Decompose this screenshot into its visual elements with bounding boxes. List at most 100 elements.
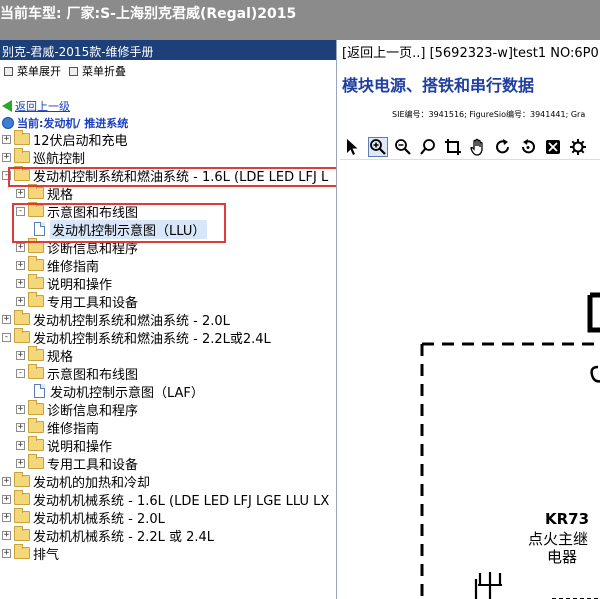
tree-item-label[interactable]: 规格	[47, 346, 73, 365]
folder-icon	[28, 184, 44, 199]
tree-item-label[interactable]: 发动机控制系统和燃油系统 - 2.2L或2.4L	[33, 328, 271, 347]
tree-item-label[interactable]: 巡航控制	[33, 148, 85, 167]
document-icon	[34, 384, 45, 398]
tree-folder-item[interactable]: + 专用工具和设备	[16, 454, 138, 473]
tree-item-label[interactable]: 示意图和布线图	[47, 364, 138, 383]
collapse-toggle[interactable]: -	[16, 368, 25, 378]
tree-folder-item[interactable]: + 规格	[16, 346, 73, 365]
hand-icon[interactable]	[468, 137, 488, 157]
expand-toggle[interactable]: +	[2, 530, 11, 540]
tree-item-label[interactable]: 诊断信息和程序	[47, 238, 138, 257]
tree-item-label[interactable]: 专用工具和设备	[47, 454, 138, 473]
tree-folder-item[interactable]: + 维修指南	[16, 256, 99, 275]
expand-toggle[interactable]: +	[16, 242, 25, 252]
reset-icon[interactable]	[518, 137, 538, 157]
collapse-toggle[interactable]: -	[2, 332, 11, 342]
expand-toggle[interactable]: +	[16, 260, 25, 270]
tree-document-item[interactable]: 发动机控制示意图（LAF）	[34, 382, 204, 401]
collapse-toggle[interactable]: -	[16, 206, 25, 216]
folder-icon	[14, 544, 30, 559]
tree-document-item[interactable]: 发动机控制示意图（LLU）	[34, 219, 208, 239]
tree-folder-item[interactable]: + 发动机控制系统和燃油系统 - 2.0L	[2, 310, 230, 329]
expand-toggle[interactable]: +	[16, 404, 25, 414]
tree-folder-item[interactable]: + 说明和操作	[16, 436, 112, 455]
tree-folder-item[interactable]: + 巡航控制	[2, 148, 85, 167]
folder-icon	[28, 346, 44, 361]
expand-toggle[interactable]: +	[2, 476, 11, 486]
tree-item-label[interactable]: 发动机机械系统 - 2.0L	[33, 508, 165, 527]
tree-folder-item[interactable]: - 发动机控制系统和燃油系统 - 2.2L或2.4L	[2, 328, 271, 347]
back-page-link[interactable]: [返回上一页..]	[342, 46, 425, 61]
fit-icon[interactable]	[543, 137, 563, 157]
tree-folder-item[interactable]: - 示意图和布线图	[16, 202, 138, 221]
folder-icon	[14, 148, 30, 163]
collapse-menu-button[interactable]: 菜单折叠	[69, 63, 126, 79]
folder-icon	[28, 274, 44, 289]
expand-toggle[interactable]: +	[2, 152, 11, 162]
tree-item-label[interactable]: 发动机机械系统 - 1.6L (LDE LED LFJ LGE LLU LX	[33, 490, 329, 509]
folder-icon	[14, 472, 30, 487]
folder-icon	[28, 418, 44, 433]
expand-toggle[interactable]: +	[2, 314, 11, 324]
tree-folder-item[interactable]: + 排气	[2, 544, 59, 563]
settings-icon[interactable]	[568, 137, 588, 157]
tree-item-label[interactable]: 发动机控制示意图（LAF）	[50, 382, 204, 401]
expand-toggle[interactable]: +	[2, 134, 11, 144]
tree-folder-item[interactable]: + 诊断信息和程序	[16, 238, 138, 257]
tree-item-label[interactable]: 发动机控制系统和燃油系统 - 1.6L (LDE LED LFJ L	[33, 166, 328, 185]
tree-item-label[interactable]: 说明和操作	[47, 274, 112, 293]
tree-item-label[interactable]: 规格	[47, 184, 73, 203]
folder-icon	[14, 526, 30, 541]
expand-toggle[interactable]: +	[2, 494, 11, 504]
tree-item-label[interactable]: 发动机的加热和冷却	[33, 472, 150, 491]
tree-folder-item[interactable]: - 示意图和布线图	[16, 364, 138, 383]
tree-folder-item[interactable]: - 发动机控制系统和燃油系统 - 1.6L (LDE LED LFJ L	[2, 166, 328, 185]
tree-item-label[interactable]: 发动机控制系统和燃油系统 - 2.0L	[33, 310, 230, 329]
folder-icon	[14, 166, 30, 181]
tree-folder-item[interactable]: + 维修指南	[16, 418, 99, 437]
expand-toggle[interactable]: +	[16, 422, 25, 432]
pointer-icon[interactable]	[343, 137, 363, 157]
tree-item-label[interactable]: 诊断信息和程序	[47, 400, 138, 419]
collapse-toggle[interactable]: -	[2, 170, 11, 180]
tree-item-label[interactable]: 维修指南	[47, 418, 99, 437]
tree-item-label[interactable]: 说明和操作	[47, 436, 112, 455]
back-link[interactable]: 返回上一级	[15, 98, 70, 114]
tree-folder-item[interactable]: + 发动机机械系统 - 1.6L (LDE LED LFJ LGE LLU LX	[2, 490, 329, 509]
zoom-icon[interactable]	[418, 137, 438, 157]
expand-toggle[interactable]: +	[2, 512, 11, 522]
diagram-connector-bracket	[587, 292, 600, 333]
tree-item-label[interactable]: 排气	[33, 544, 59, 563]
tree-folder-item[interactable]: + 专用工具和设备	[16, 292, 138, 311]
tree-item-label[interactable]: 12伏启动和充电	[33, 130, 128, 149]
tree-item-label[interactable]: 发动机控制示意图（LLU）	[50, 219, 208, 239]
expand-toggle[interactable]: +	[16, 188, 25, 198]
expand-toggle[interactable]: +	[16, 278, 25, 288]
expand-menu-button[interactable]: 菜单展开	[4, 63, 61, 79]
expand-toggle[interactable]: +	[16, 440, 25, 450]
tree-item-label[interactable]: 维修指南	[47, 256, 99, 275]
tree-folder-item[interactable]: + 规格	[16, 184, 73, 203]
tree-folder-item[interactable]: + 发动机的加热和冷却	[2, 472, 150, 491]
tree-folder-item[interactable]: + 诊断信息和程序	[16, 400, 138, 419]
back-arrow-icon	[2, 100, 12, 112]
crop-icon[interactable]	[443, 137, 463, 157]
document-icon	[34, 222, 45, 236]
expand-toggle[interactable]: +	[16, 458, 25, 468]
tree-item-label[interactable]: 专用工具和设备	[47, 292, 138, 311]
window-title: 当前车型: 厂家:S-上海别克君威(Regal)2015	[0, 6, 297, 22]
tree-folder-item[interactable]: +12伏启动和充电	[2, 130, 128, 149]
back-row: 返回上一级	[0, 98, 70, 114]
zoom-out-icon[interactable]	[393, 137, 413, 157]
redo-icon[interactable]	[493, 137, 513, 157]
relay-id-label: KR73	[545, 510, 590, 528]
expand-toggle[interactable]: +	[2, 548, 11, 558]
tree-folder-item[interactable]: + 发动机机械系统 - 2.2L 或 2.4L	[2, 526, 214, 545]
tree-folder-item[interactable]: + 发动机机械系统 - 2.0L	[2, 508, 165, 527]
tree-item-label[interactable]: 示意图和布线图	[47, 202, 138, 221]
zoom-in-icon[interactable]	[368, 136, 388, 157]
expand-toggle[interactable]: +	[16, 350, 25, 360]
tree-folder-item[interactable]: + 说明和操作	[16, 274, 112, 293]
tree-item-label[interactable]: 发动机机械系统 - 2.2L 或 2.4L	[33, 526, 214, 545]
expand-toggle[interactable]: +	[16, 296, 25, 306]
